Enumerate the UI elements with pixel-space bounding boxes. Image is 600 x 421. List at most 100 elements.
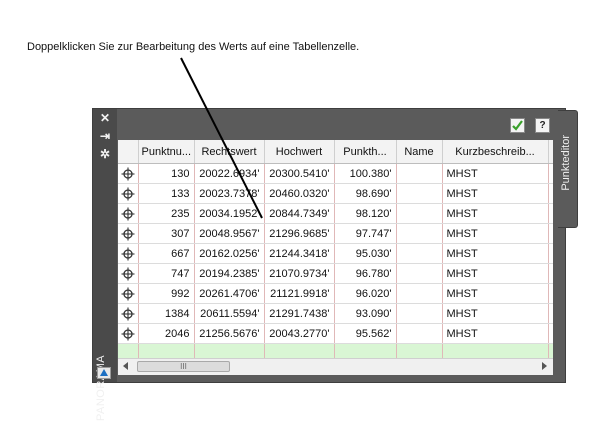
northing-cell[interactable]: 20043.2770' [264,323,335,344]
name-cell[interactable] [396,243,443,264]
point-number-cell[interactable]: 667 [138,243,195,264]
scroll-right-icon[interactable] [542,362,547,370]
table-row[interactable]: 99220261.4706'21121.9918'96.020' MHSTS [118,283,553,304]
extra-cell[interactable]: S [548,323,553,344]
raw-description-cell[interactable]: MHST [442,183,549,204]
scroll-thumb[interactable]: III [137,361,230,372]
extra-cell[interactable]: S [548,303,553,324]
point-number-cell[interactable]: 130 [138,163,195,184]
name-cell[interactable] [396,303,443,324]
easting-cell[interactable]: 20048.9567' [194,223,265,244]
extra-cell[interactable]: S [548,283,553,304]
easting-cell[interactable]: 21256.5676' [194,323,265,344]
name-cell[interactable] [396,203,443,224]
palette-titlebar[interactable]: ✕ ⇥ ✲ PANORAMA [93,109,117,421]
raw-description-cell[interactable]: MHST [442,303,549,324]
name-cell[interactable] [396,263,443,284]
elevation-cell[interactable]: 96.780' [334,263,397,284]
elevation-cell[interactable]: 93.090' [334,303,397,324]
table-row[interactable]: 204621256.5676'20043.2770'95.562' MHSTS [118,323,553,344]
auto-hide-icon[interactable]: ⇥ [97,129,113,143]
easting-cell[interactable]: 20162.0256' [194,243,265,264]
name-cell[interactable] [396,323,443,344]
row-icon-cell[interactable] [118,203,139,224]
raw-description-cell[interactable]: MHST [442,223,549,244]
row-icon-cell[interactable] [118,183,139,204]
name-cell[interactable] [396,163,443,184]
point-number-cell[interactable]: 1384 [138,303,195,324]
row-icon-cell[interactable] [118,303,139,324]
table-row[interactable]: 30720048.9567'21296.9685'97.747' MHSTS [118,223,553,244]
northing-cell[interactable]: 21244.3418' [264,243,335,264]
column-header-name[interactable]: Name [396,140,443,164]
elevation-cell[interactable]: 97.747' [334,223,397,244]
column-header-point-number[interactable]: Punktnu... [138,140,195,164]
name-cell[interactable] [396,223,443,244]
table-row[interactable]: 66720162.0256'21244.3418'95.030' MHSTS [118,243,553,264]
column-header-extra[interactable]: A [548,140,553,164]
column-header-easting[interactable]: Rechtswert [194,140,265,164]
table-row[interactable]: 74720194.2385'21070.9734'96.780' MHSTS [118,263,553,284]
table-row[interactable]: 13320023.7378'20460.0320'98.690' MHSTS [118,183,553,204]
row-icon-cell[interactable] [118,243,139,264]
easting-cell[interactable]: 20022.6934' [194,163,265,184]
extra-cell[interactable]: S [548,243,553,264]
column-header-northing[interactable]: Hochwert [264,140,335,164]
row-icon-cell[interactable] [118,163,139,184]
raw-description-cell[interactable]: MHST [442,283,549,304]
raw-description-cell[interactable]: MHST [442,263,549,284]
easting-cell[interactable]: 20194.2385' [194,263,265,284]
raw-description-cell[interactable]: MHST [442,163,549,184]
raw-description-cell[interactable]: MHST [442,323,549,344]
easting-cell[interactable]: 20261.4706' [194,283,265,304]
elevation-cell[interactable]: 95.562' [334,323,397,344]
raw-description-cell[interactable]: MHST [442,203,549,224]
elevation-cell[interactable]: 98.120' [334,203,397,224]
easting-cell[interactable]: 20611.5594' [194,303,265,324]
point-number-cell[interactable]: 747 [138,263,195,284]
elevation-cell[interactable]: 95.030' [334,243,397,264]
extra-cell[interactable]: S [548,223,553,244]
northing-cell[interactable]: 21070.9734' [264,263,335,284]
extra-cell[interactable]: S [548,203,553,224]
horizontal-scrollbar[interactable]: III [118,358,553,375]
extra-cell[interactable]: S [548,183,553,204]
table-row[interactable]: 138420611.5594'21291.7438'93.090' MHSTS [118,303,553,324]
point-number-cell[interactable]: 992 [138,283,195,304]
row-icon-cell[interactable] [118,263,139,284]
table-row[interactable]: 23520034.1952'20844.7349'98.120' MHSTS [118,203,553,224]
close-icon[interactable]: ✕ [97,111,113,125]
raw-description-cell[interactable]: MHST [442,243,549,264]
northing-cell[interactable]: 21296.9685' [264,223,335,244]
point-number-cell[interactable]: 2046 [138,323,195,344]
properties-icon[interactable]: ✲ [97,147,113,161]
column-header-icon[interactable] [118,140,139,164]
point-number-cell[interactable]: 307 [138,223,195,244]
name-cell[interactable] [396,183,443,204]
easting-cell[interactable]: 20034.1952' [194,203,265,224]
northing-cell[interactable]: 20844.7349' [264,203,335,224]
row-icon-cell[interactable] [118,223,139,244]
scroll-left-icon[interactable] [123,362,128,370]
row-icon-cell[interactable] [118,323,139,344]
name-cell[interactable] [396,283,443,304]
apply-check-button[interactable] [510,118,525,133]
elevation-cell[interactable]: 100.380' [334,163,397,184]
help-button[interactable]: ? [535,118,550,133]
northing-cell[interactable]: 20300.5410' [264,163,335,184]
easting-cell[interactable]: 20023.7378' [194,183,265,204]
elevation-cell[interactable]: 96.020' [334,283,397,304]
northing-cell[interactable]: 21121.9918' [264,283,335,304]
column-header-elevation[interactable]: Punkth... [334,140,397,164]
point-number-cell[interactable]: 133 [138,183,195,204]
northing-cell[interactable]: 21291.7438' [264,303,335,324]
point-number-cell[interactable]: 235 [138,203,195,224]
row-icon-cell[interactable] [118,283,139,304]
extra-cell[interactable]: S [548,263,553,284]
table-row[interactable]: 13020022.6934'20300.5410'100.380' MHSTS [118,163,553,184]
elevation-cell[interactable]: 98.690' [334,183,397,204]
extra-cell[interactable]: S [548,163,553,184]
northing-cell[interactable]: 20460.0320' [264,183,335,204]
column-header-raw-description[interactable]: Kurzbeschreib... [442,140,549,164]
tab-punkteditor[interactable]: Punkteditor [558,110,578,228]
